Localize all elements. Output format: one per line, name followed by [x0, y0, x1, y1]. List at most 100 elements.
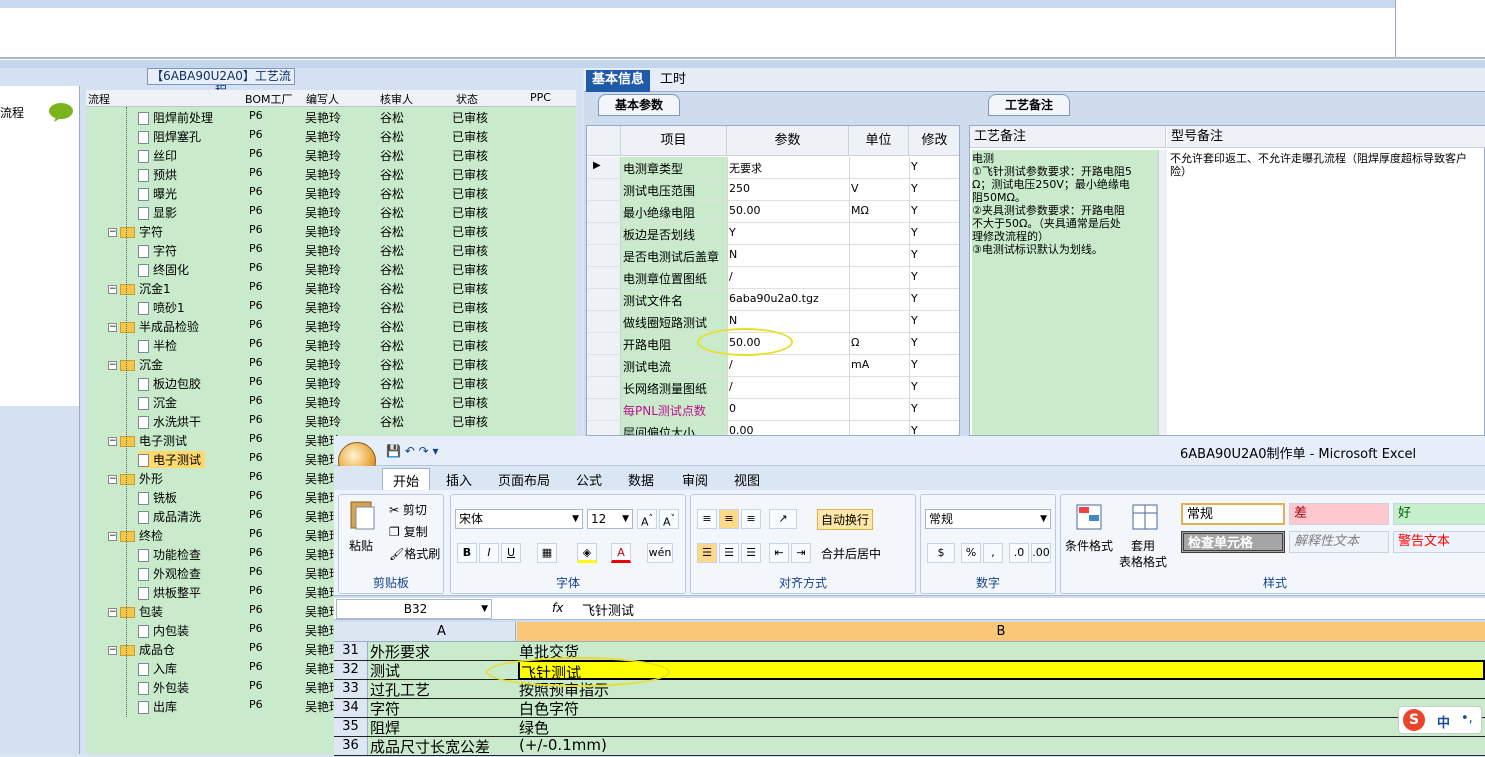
- tree-node-label[interactable]: 烘板整平: [138, 584, 205, 601]
- tree-row[interactable]: 沉金 P6 吴艳玲 谷松 已审核: [86, 392, 576, 411]
- row-header[interactable]: [587, 223, 621, 244]
- model-notes-text[interactable]: 不允许套印返工、不允许走曝孔流程（阻焊厚度超标导致客户 险）: [1170, 152, 1484, 178]
- italic-button[interactable]: I: [479, 543, 499, 563]
- name-box[interactable]: B32 ▼: [336, 599, 492, 619]
- expand-toggle-icon[interactable]: −: [108, 646, 117, 655]
- tree-node-label[interactable]: − 字符: [108, 223, 167, 240]
- cell-b[interactable]: 按照预审指示: [518, 679, 1485, 699]
- cell-a[interactable]: 过孔工艺: [370, 679, 430, 700]
- style-bad[interactable]: 差: [1289, 503, 1389, 525]
- decrease-indent-icon[interactable]: ⇤: [769, 543, 789, 563]
- tree-node-label[interactable]: 外包装: [138, 679, 193, 696]
- sidebar-flow-label[interactable]: 流程: [0, 104, 24, 121]
- tab-basic-info[interactable]: 基本信息: [586, 70, 651, 92]
- shrink-font-button[interactable]: A˅: [659, 509, 679, 529]
- tree-node-label[interactable]: 显影: [138, 204, 181, 221]
- tree-row[interactable]: 半检 P6 吴艳玲 谷松 已审核: [86, 335, 576, 354]
- tree-node-label[interactable]: 入库: [138, 660, 181, 677]
- row-header[interactable]: ▶: [587, 157, 621, 178]
- cell-a[interactable]: 测试: [370, 660, 400, 681]
- tree-node-label[interactable]: 预烘: [138, 166, 181, 183]
- expand-toggle-icon[interactable]: −: [108, 475, 117, 484]
- conditional-format-button[interactable]: 条件格式: [1065, 537, 1113, 554]
- conditional-format-icon[interactable]: [1075, 503, 1103, 531]
- sheet-row[interactable]: 35 阻焊 绿色: [334, 718, 1485, 737]
- param-value[interactable]: /: [729, 270, 733, 283]
- cell-b[interactable]: 白色字符: [518, 698, 1485, 718]
- process-notes-text[interactable]: 电测 ①飞针测试参数要求：开路电阻5 Ω；测试电压250V；最小绝缘电 阻50M…: [972, 150, 1158, 435]
- tree-node-label[interactable]: − 成品仓: [108, 641, 179, 658]
- comma-icon[interactable]: ,: [983, 543, 1003, 563]
- number-format-select[interactable]: 常规 ▼: [925, 509, 1051, 529]
- row-number[interactable]: 36: [334, 737, 368, 755]
- tree-row[interactable]: 字符 P6 吴艳玲 谷松 已审核: [86, 240, 576, 259]
- tree-node-label[interactable]: 水洗烘干: [138, 413, 205, 430]
- format-as-table-icon[interactable]: [1131, 503, 1159, 531]
- row-header[interactable]: [587, 333, 621, 354]
- sheet-row[interactable]: 36 成品尺寸长宽公差 (+/-0.1mm): [334, 736, 1485, 756]
- paste-button[interactable]: 粘贴: [349, 537, 373, 554]
- tree-node-label[interactable]: 喷砂1: [138, 299, 189, 316]
- ribbon-tab-5[interactable]: 审阅: [682, 470, 708, 489]
- style-normal[interactable]: 常规: [1181, 503, 1285, 525]
- ime-toolbar[interactable]: S 中 •,: [1398, 706, 1482, 734]
- tree-column-header[interactable]: 状态: [456, 91, 478, 107]
- tab-process-notes[interactable]: 工艺备注: [988, 94, 1071, 116]
- param-row[interactable]: 测试电压范围 250 V Y: [587, 179, 959, 201]
- expand-toggle-icon[interactable]: −: [108, 437, 117, 446]
- cell-a[interactable]: 字符: [370, 698, 400, 719]
- ribbon-tab-3[interactable]: 公式: [576, 470, 602, 489]
- tree-node-label[interactable]: 外观检查: [138, 565, 205, 582]
- style-good[interactable]: 好: [1393, 503, 1485, 525]
- tree-node-label[interactable]: 出库: [138, 698, 181, 715]
- chat-bubble-icon[interactable]: [48, 102, 74, 122]
- tree-node-label[interactable]: 成品清洗: [138, 508, 205, 525]
- horizontal-splitter[interactable]: [0, 60, 1485, 68]
- row-number[interactable]: 33: [334, 680, 368, 698]
- expand-toggle-icon[interactable]: −: [108, 285, 117, 294]
- param-row[interactable]: 测试文件名 6aba90u2a0.tgz Y: [587, 289, 959, 311]
- paste-icon[interactable]: [347, 499, 377, 531]
- param-value[interactable]: 6aba90u2a0.tgz: [729, 292, 819, 305]
- row-header[interactable]: [587, 179, 621, 200]
- format-painter-button[interactable]: 🖌格式刷: [389, 545, 440, 562]
- merge-center-button[interactable]: 合并后居中: [821, 545, 881, 562]
- style-warning[interactable]: 警告文本: [1393, 531, 1485, 553]
- sheet-row[interactable]: 34 字符 白色字符: [334, 699, 1485, 718]
- row-number[interactable]: 35: [334, 718, 368, 736]
- ribbon-tab-6[interactable]: 视图: [734, 470, 760, 489]
- tree-node-label[interactable]: − 沉金1: [108, 280, 175, 297]
- format-as-table-line1[interactable]: 套用: [1131, 537, 1155, 554]
- row-number[interactable]: 32: [334, 661, 368, 679]
- align-left-icon[interactable]: ☰: [697, 543, 717, 563]
- tree-node-label[interactable]: 半检: [138, 337, 181, 354]
- tree-node-label[interactable]: 沉金: [138, 394, 181, 411]
- row-header[interactable]: [587, 421, 621, 435]
- copy-button[interactable]: ❐ 复制: [389, 523, 428, 540]
- tree-row[interactable]: 终固化 P6 吴艳玲 谷松 已审核: [86, 259, 576, 278]
- underline-button[interactable]: U: [501, 543, 521, 563]
- tree-node-label[interactable]: − 电子测试: [108, 432, 191, 449]
- tree-row[interactable]: 显影 P6 吴艳玲 谷松 已审核: [86, 202, 576, 221]
- tree-node-label[interactable]: 终固化: [138, 261, 193, 278]
- formula-input[interactable]: 飞针测试: [582, 600, 634, 619]
- params-column-header[interactable]: 项目: [621, 126, 727, 156]
- param-value[interactable]: 0.00: [729, 424, 754, 435]
- param-row[interactable]: 层间偏位大小 0.00 Y: [587, 421, 959, 435]
- tree-row[interactable]: 预烘 P6 吴艳玲 谷松 已审核: [86, 164, 576, 183]
- expand-toggle-icon[interactable]: −: [108, 532, 117, 541]
- param-row[interactable]: 板边是否划线 Y Y: [587, 223, 959, 245]
- row-header[interactable]: [587, 311, 621, 332]
- notes-scrollbar[interactable]: [1158, 150, 1167, 435]
- ribbon-tab-4[interactable]: 数据: [628, 470, 654, 489]
- tab-basic-params[interactable]: 基本参数: [598, 94, 681, 116]
- percent-icon[interactable]: %: [961, 543, 981, 563]
- param-row[interactable]: 电测章位置图纸 / Y: [587, 267, 959, 289]
- tree-row[interactable]: − 半成品检验 P6 吴艳玲 谷松 已审核: [86, 316, 576, 335]
- style-check-cell[interactable]: 检查单元格: [1181, 531, 1285, 553]
- fx-icon[interactable]: fx: [552, 601, 563, 615]
- tree-node-label[interactable]: 阻焊塞孔: [138, 128, 205, 145]
- tree-row[interactable]: − 字符 P6 吴艳玲 谷松 已审核: [86, 221, 576, 240]
- top-selected-row-strip[interactable]: [0, 0, 1395, 8]
- row-number[interactable]: 31: [334, 642, 368, 660]
